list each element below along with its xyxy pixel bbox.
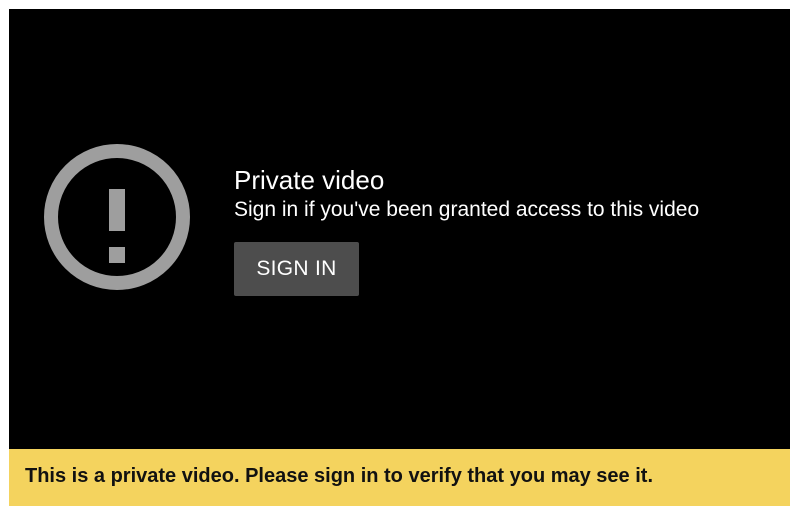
sign-in-button[interactable]: SIGN IN — [234, 242, 359, 296]
video-player: Private video Sign in if you've been gra… — [9, 9, 790, 449]
player-subtitle: Sign in if you've been granted access to… — [234, 198, 700, 221]
alert-circle-icon — [44, 144, 190, 290]
private-video-message: Private video Sign in if you've been gra… — [234, 164, 784, 296]
notice-bar: This is a private video. Please sign in … — [9, 449, 790, 506]
notice-text: This is a private video. Please sign in … — [25, 465, 653, 487]
player-title: Private video — [234, 165, 385, 195]
video-embed: Private video Sign in if you've been gra… — [9, 9, 790, 506]
